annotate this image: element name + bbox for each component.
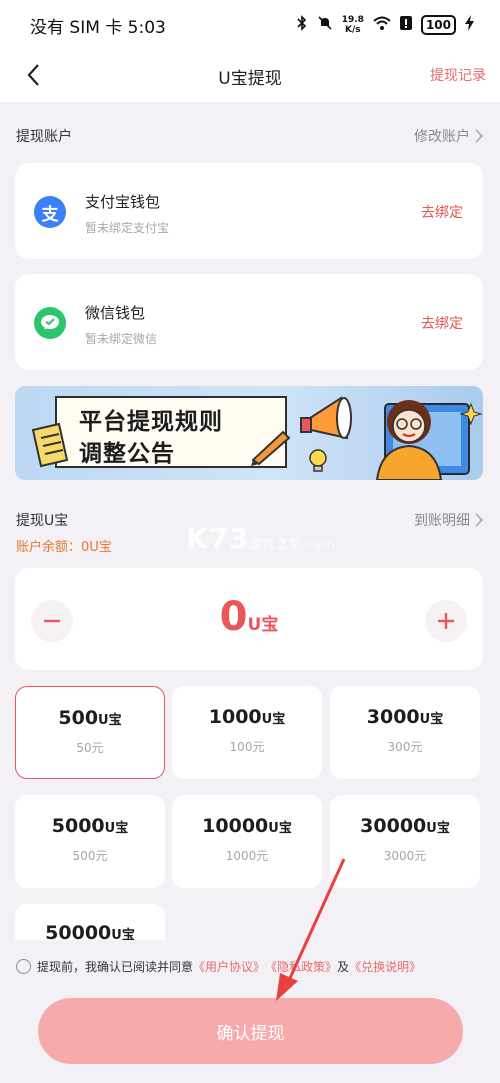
confirm-withdraw-button[interactable]: 确认提现	[38, 998, 463, 1064]
alipay-account-card[interactable]: 支 支付宝钱包 暂未绑定支付宝 去绑定	[15, 163, 483, 259]
site-watermark: K73游戏之家.com	[186, 522, 336, 555]
account-balance: 账户余额：0U宝	[16, 540, 112, 555]
user-agreement-link[interactable]: 《用户协议》	[193, 958, 265, 975]
exchange-notes-link[interactable]: 《兑换说明》	[349, 958, 421, 975]
battery-indicator: 100	[420, 15, 456, 35]
option-5000[interactable]: 5000U宝 500元	[15, 795, 165, 888]
withdraw-records-link[interactable]: 提现记录	[430, 65, 486, 85]
option-price: 100元	[229, 740, 265, 754]
alipay-icon: 支	[34, 196, 66, 228]
accounts-section-header: 提现账户 修改账户	[16, 126, 484, 146]
status-bar: 没有 SIM 卡 5:03 19.8 K/s 100	[0, 0, 500, 50]
banner-title-line2: 调整公告	[79, 441, 175, 467]
account-status: 暂未绑定支付宝	[85, 221, 170, 235]
amount-value: 0	[219, 594, 248, 640]
edit-account-button[interactable]: 修改账户	[414, 126, 484, 146]
bind-alipay-button[interactable]: 去绑定	[421, 202, 463, 222]
option-price: 3000元	[383, 849, 427, 863]
document-icon	[31, 422, 69, 468]
annotation-arrow	[276, 858, 346, 1001]
withdraw-rules-banner[interactable]: 平台提现规则 调整公告	[15, 386, 483, 480]
option-1000[interactable]: 1000U宝 100元	[172, 686, 322, 779]
option-500[interactable]: 500U宝 50元	[15, 686, 165, 779]
accounts-section-title: 提现账户	[16, 129, 72, 145]
wechat-account-card[interactable]: 微信钱包 暂未绑定微信 去绑定	[15, 274, 483, 370]
charging-icon	[465, 15, 474, 35]
carrier-time: 没有 SIM 卡 5:03	[30, 17, 166, 38]
amount-display: 0U宝	[15, 594, 483, 640]
lightbulb-icon	[309, 449, 327, 472]
chevron-right-icon	[475, 129, 484, 143]
nav-bar: U宝提现 提现记录	[0, 50, 500, 102]
agree-checkbox[interactable]	[16, 959, 31, 974]
banner-title-line1: 平台提现规则	[79, 409, 223, 435]
option-50000[interactable]: 50000U宝	[15, 904, 165, 940]
pencil-icon	[251, 430, 291, 466]
option-30000[interactable]: 30000U宝 3000元	[330, 795, 480, 888]
increase-button[interactable]	[425, 600, 467, 642]
woman-illustration	[375, 400, 483, 480]
option-price: 50元	[76, 741, 104, 755]
amount-unit: U宝	[247, 615, 279, 635]
withdraw-section-title: 提现U宝	[16, 513, 69, 529]
account-name: 支付宝钱包	[85, 193, 161, 211]
option-price: 500元	[72, 849, 108, 863]
bluetooth-icon	[296, 15, 308, 35]
agreement-row: 提现前，我确认已阅读并同意 《用户协议》 《隐私政策》 及 《兑换说明》	[16, 958, 421, 975]
account-status: 暂未绑定微信	[85, 332, 158, 346]
network-speed: 19.8 K/s	[341, 15, 364, 35]
status-icons: 19.8 K/s 100	[296, 15, 474, 35]
alert-icon	[399, 15, 412, 35]
option-3000[interactable]: 3000U宝 300元	[330, 686, 480, 779]
wechat-icon	[34, 307, 66, 339]
page-title: U宝提现	[218, 69, 282, 89]
plus-icon	[438, 613, 454, 629]
option-price: 300元	[387, 740, 423, 754]
mute-bell-icon	[317, 15, 333, 35]
wifi-icon	[373, 16, 391, 34]
amount-stepper: 0U宝	[15, 568, 483, 670]
bind-wechat-button[interactable]: 去绑定	[421, 313, 463, 333]
chevron-right-icon	[475, 513, 484, 527]
arrival-details-button[interactable]: 到账明细	[414, 510, 484, 530]
account-name: 微信钱包	[85, 304, 146, 322]
agreement-text: 提现前，我确认已阅读并同意	[37, 960, 194, 974]
